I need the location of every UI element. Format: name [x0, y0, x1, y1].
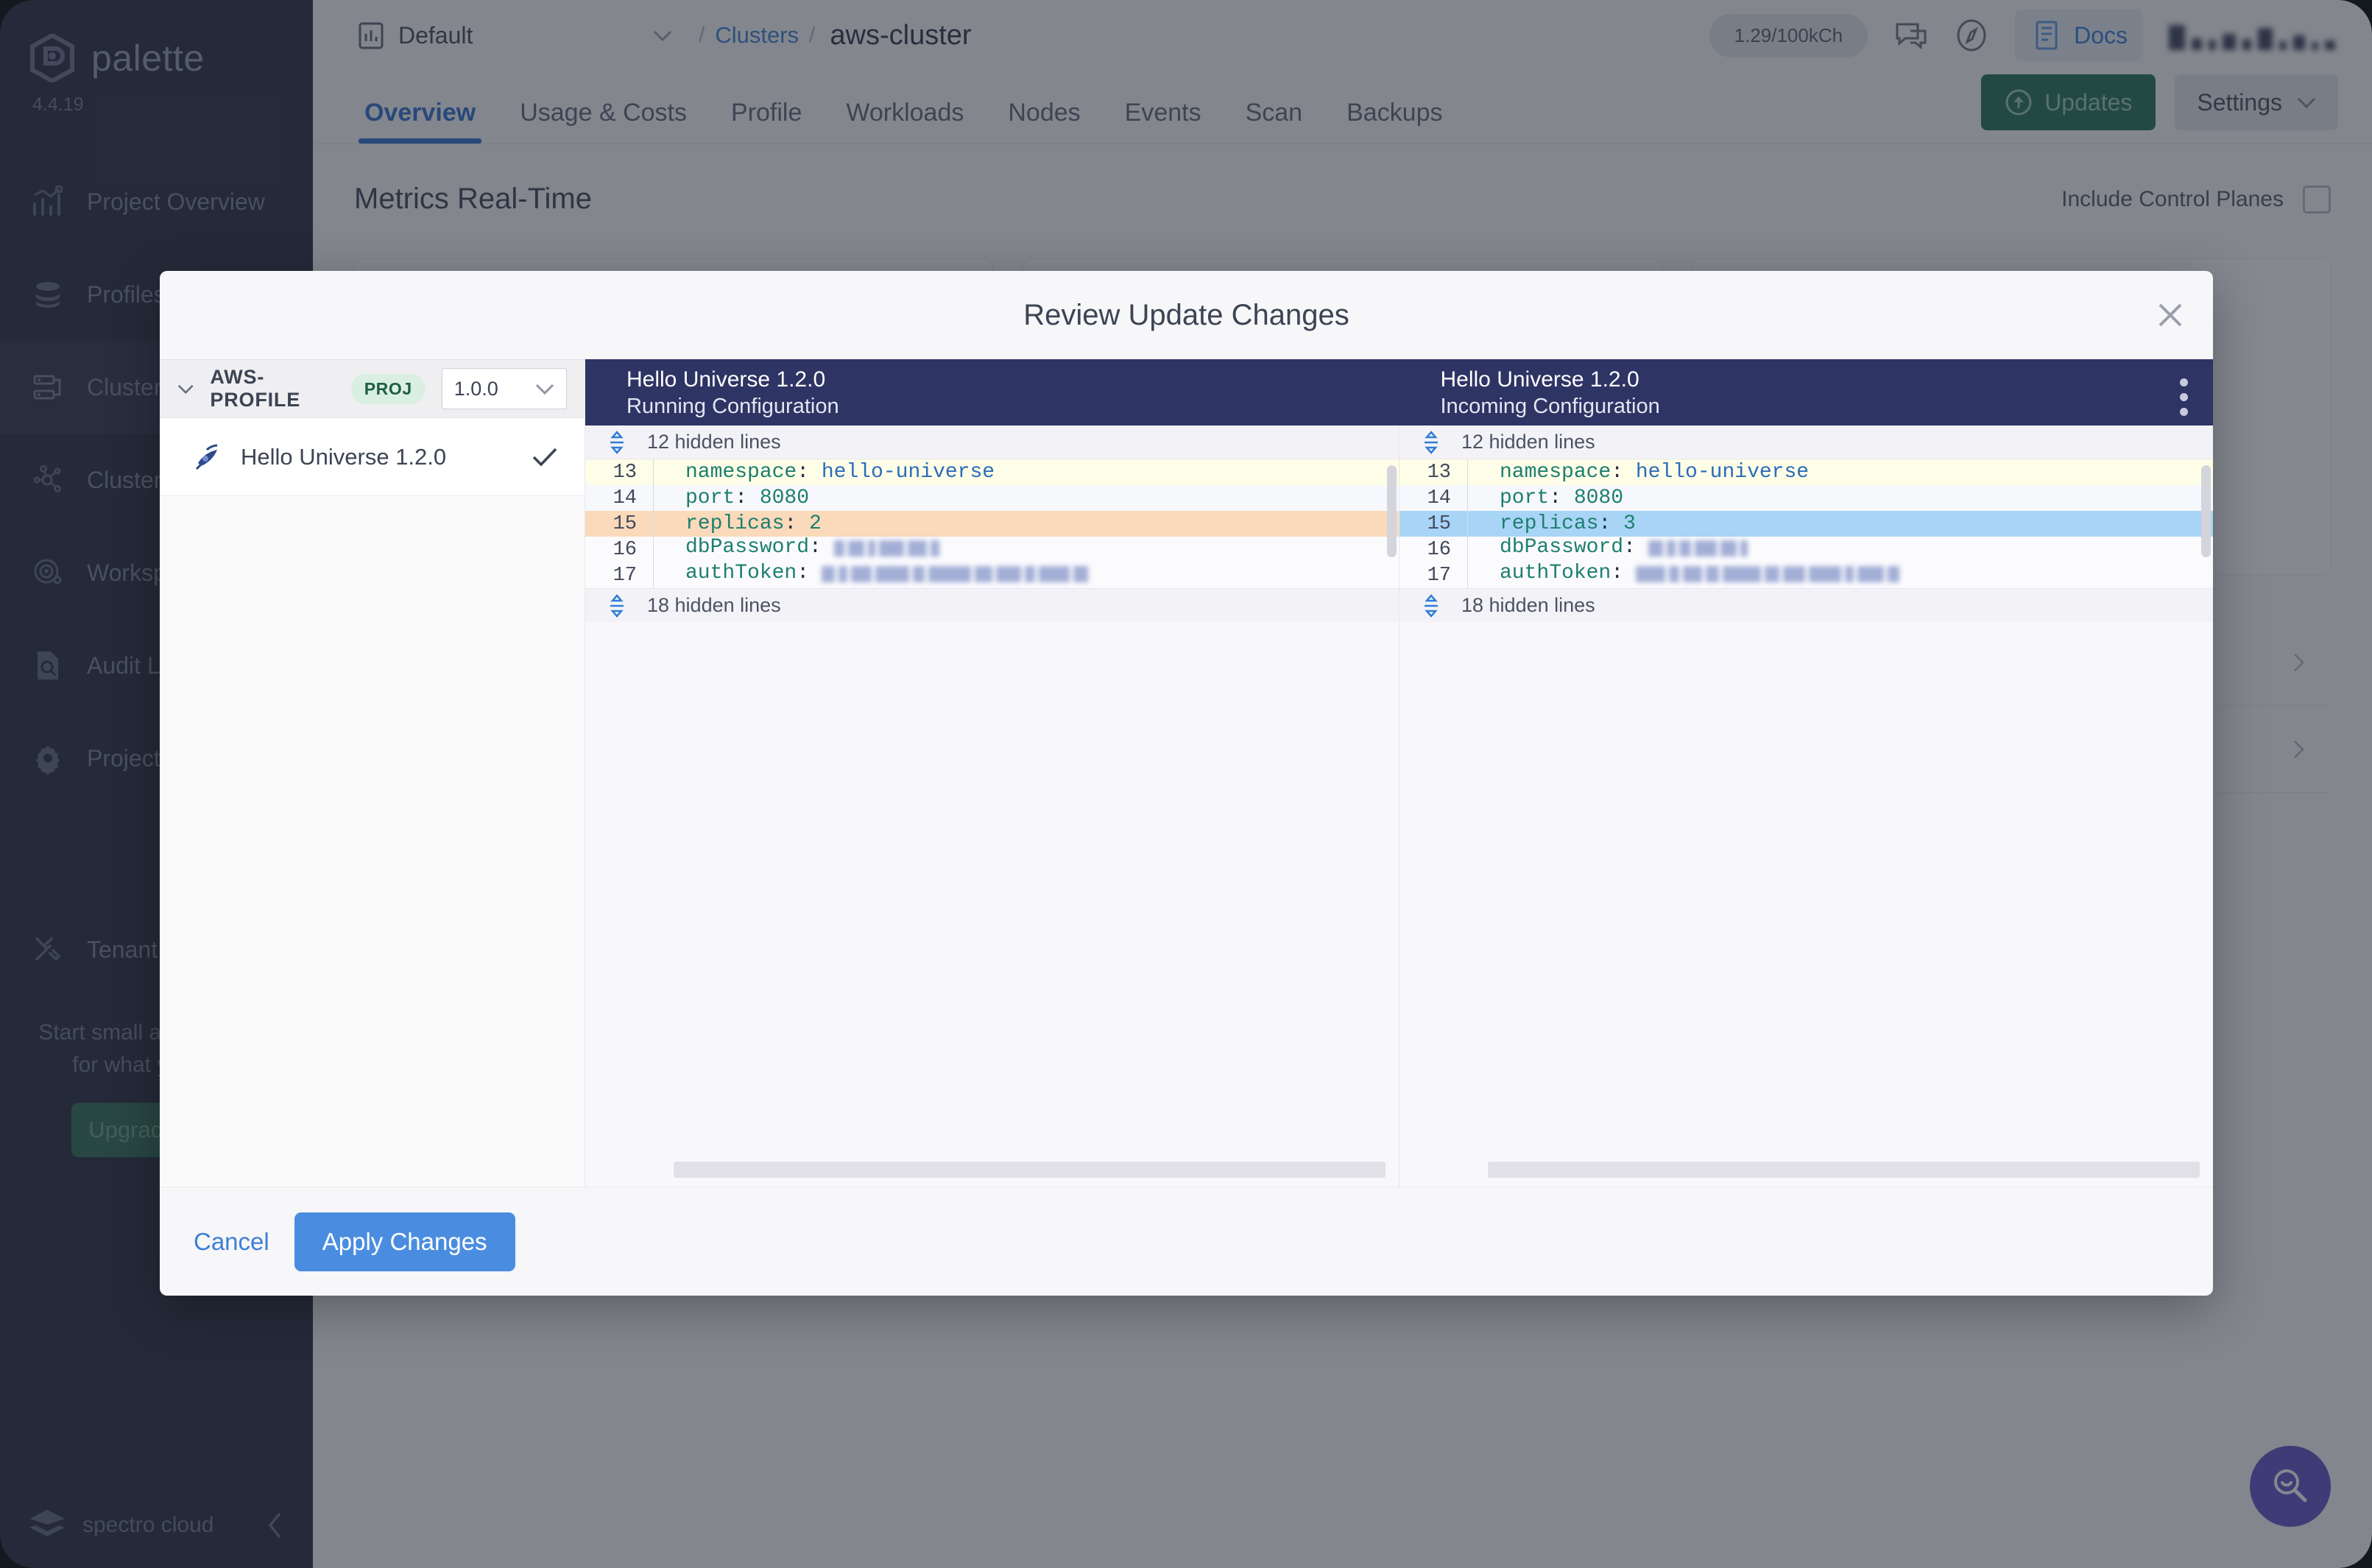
- diff-code-running: 13 namespace: hello-universe 14 port: 80…: [585, 459, 1399, 588]
- code-line-removed: 15 replicas: 2: [585, 511, 1399, 537]
- line-number: 13: [1427, 461, 1451, 484]
- diff-code-incoming: 13 namespace: hello-universe 14 port: 80…: [1399, 459, 2213, 588]
- diff-right-subtitle: Incoming Configuration: [1440, 394, 1660, 418]
- horizontal-scrollbar[interactable]: [674, 1162, 1386, 1178]
- diff-right-title: Hello Universe 1.2.0: [1440, 367, 1639, 392]
- line-content: replicas: 2: [685, 512, 822, 535]
- review-update-changes-modal: Review Update Changes AWS-PROFILE PROJ 1…: [160, 271, 2213, 1296]
- profile-pane: AWS-PROFILE PROJ 1.0.0 Hello Universe 1.…: [160, 359, 585, 1187]
- line-content: dbPassword:: [1480, 536, 1751, 563]
- line-content: authToken:: [1480, 562, 1903, 589]
- line-content: replicas: 3: [1500, 512, 1636, 535]
- fold-bottom[interactable]: 18 hidden lines: [585, 588, 1399, 622]
- line-number: 15: [613, 512, 637, 535]
- chevron-down-icon[interactable]: [177, 384, 194, 395]
- fold-top[interactable]: 12 hidden lines: [1399, 425, 2213, 459]
- fold-label: 12 hidden lines: [647, 431, 781, 453]
- code-line: 17 authToken:: [1399, 562, 2213, 588]
- profile-header[interactable]: AWS-PROFILE PROJ 1.0.0: [160, 359, 585, 418]
- code-line: 13 namespace: hello-universe: [1399, 459, 2213, 485]
- expand-lines-icon: [610, 430, 624, 454]
- redacted-value: [821, 566, 1092, 589]
- line-number: 15: [1427, 512, 1451, 535]
- expand-lines-icon: [1425, 430, 1438, 454]
- line-marker: [653, 537, 666, 562]
- profile-version-select[interactable]: 1.0.0: [441, 368, 567, 409]
- code-line: 16 dbPassword:: [585, 536, 1399, 563]
- modal-footer: Cancel Apply Changes: [160, 1187, 2213, 1296]
- line-marker: [653, 459, 666, 485]
- vertical-scrollbar[interactable]: [1387, 465, 1397, 557]
- code-line: 13 namespace: hello-universe: [585, 459, 1399, 485]
- line-marker: [653, 562, 666, 588]
- expand-lines-icon: [610, 593, 624, 618]
- fold-bottom[interactable]: 18 hidden lines: [1399, 588, 2213, 622]
- redacted-value: [1648, 540, 1751, 563]
- fold-label: 18 hidden lines: [647, 594, 781, 616]
- diff-left-title: Hello Universe 1.2.0: [626, 367, 826, 392]
- line-content: port: 8080: [1500, 487, 1624, 509]
- modal-header: Review Update Changes: [160, 271, 2213, 359]
- code-line: 17 authToken:: [585, 562, 1399, 588]
- line-number: 14: [1427, 487, 1451, 509]
- line-number: 16: [1427, 538, 1451, 561]
- diff-header-left: Hello Universe 1.2.0 Running Configurati…: [585, 359, 1399, 425]
- profile-layer-item[interactable]: Hello Universe 1.2.0: [160, 418, 585, 496]
- profile-layer-label: Hello Universe 1.2.0: [241, 443, 447, 470]
- vertical-scrollbar[interactable]: [2201, 465, 2211, 557]
- modal-title: Review Update Changes: [1023, 298, 1349, 331]
- line-number: 17: [613, 564, 637, 587]
- line-content: namespace: hello-universe: [685, 461, 995, 484]
- line-marker: [1467, 537, 1480, 562]
- cancel-button[interactable]: Cancel: [194, 1228, 269, 1256]
- line-content: dbPassword:: [666, 536, 943, 563]
- fold-top[interactable]: 12 hidden lines: [585, 425, 1399, 459]
- redacted-value: [1635, 566, 1903, 589]
- line-number: 13: [613, 461, 637, 484]
- line-marker: [1467, 459, 1480, 485]
- profile-name: AWS-PROFILE: [210, 366, 301, 411]
- diff-header: Hello Universe 1.2.0 Running Configurati…: [585, 359, 2213, 425]
- profile-version-value: 1.0.0: [453, 377, 498, 400]
- chevron-down-icon: [535, 384, 554, 395]
- apply-changes-button[interactable]: Apply Changes: [294, 1212, 515, 1271]
- code-line: 14 port: 8080: [585, 485, 1399, 511]
- line-number: 17: [1427, 564, 1451, 587]
- fold-label: 12 hidden lines: [1461, 431, 1595, 453]
- hello-universe-icon: [195, 444, 218, 470]
- diff-viewer: Hello Universe 1.2.0 Running Configurati…: [585, 359, 2213, 1187]
- line-marker: [653, 511, 666, 537]
- line-content: namespace: hello-universe: [1500, 461, 1810, 484]
- diff-column-running: 12 hidden lines 13 namespace: hello-univ…: [585, 425, 1399, 1187]
- diff-options-menu-button[interactable]: [2180, 378, 2188, 416]
- expand-lines-icon: [1425, 593, 1438, 618]
- horizontal-scrollbar[interactable]: [1488, 1162, 2200, 1178]
- application-window: palette 4.4.19 Project Overview Profiles…: [0, 0, 2372, 1568]
- code-line: 16 dbPassword:: [1399, 536, 2213, 563]
- close-icon[interactable]: [2150, 294, 2191, 336]
- code-line: 14 port: 8080: [1399, 485, 2213, 511]
- diff-left-subtitle: Running Configuration: [626, 394, 839, 418]
- diff-columns: 12 hidden lines 13 namespace: hello-univ…: [585, 425, 2213, 1187]
- diff-column-incoming: 12 hidden lines 13 namespace: hello-univ…: [1399, 425, 2213, 1187]
- line-number: 14: [613, 487, 637, 509]
- redacted-value: [833, 540, 943, 563]
- modal-body: AWS-PROFILE PROJ 1.0.0 Hello Universe 1.…: [160, 359, 2213, 1187]
- line-marker: [653, 485, 666, 511]
- line-number: 16: [613, 538, 637, 561]
- line-content: port: 8080: [685, 487, 810, 509]
- line-marker: [1467, 562, 1480, 588]
- fold-label: 18 hidden lines: [1461, 594, 1595, 616]
- line-marker: [1467, 511, 1480, 537]
- profile-scope-badge: PROJ: [350, 373, 426, 404]
- line-marker: [1467, 485, 1480, 511]
- check-icon: [532, 448, 557, 467]
- code-line-added: 15 replicas: 3: [1399, 511, 2213, 537]
- diff-header-right: Hello Universe 1.2.0 Incoming Configurat…: [1399, 359, 2214, 425]
- line-content: authToken:: [666, 562, 1092, 589]
